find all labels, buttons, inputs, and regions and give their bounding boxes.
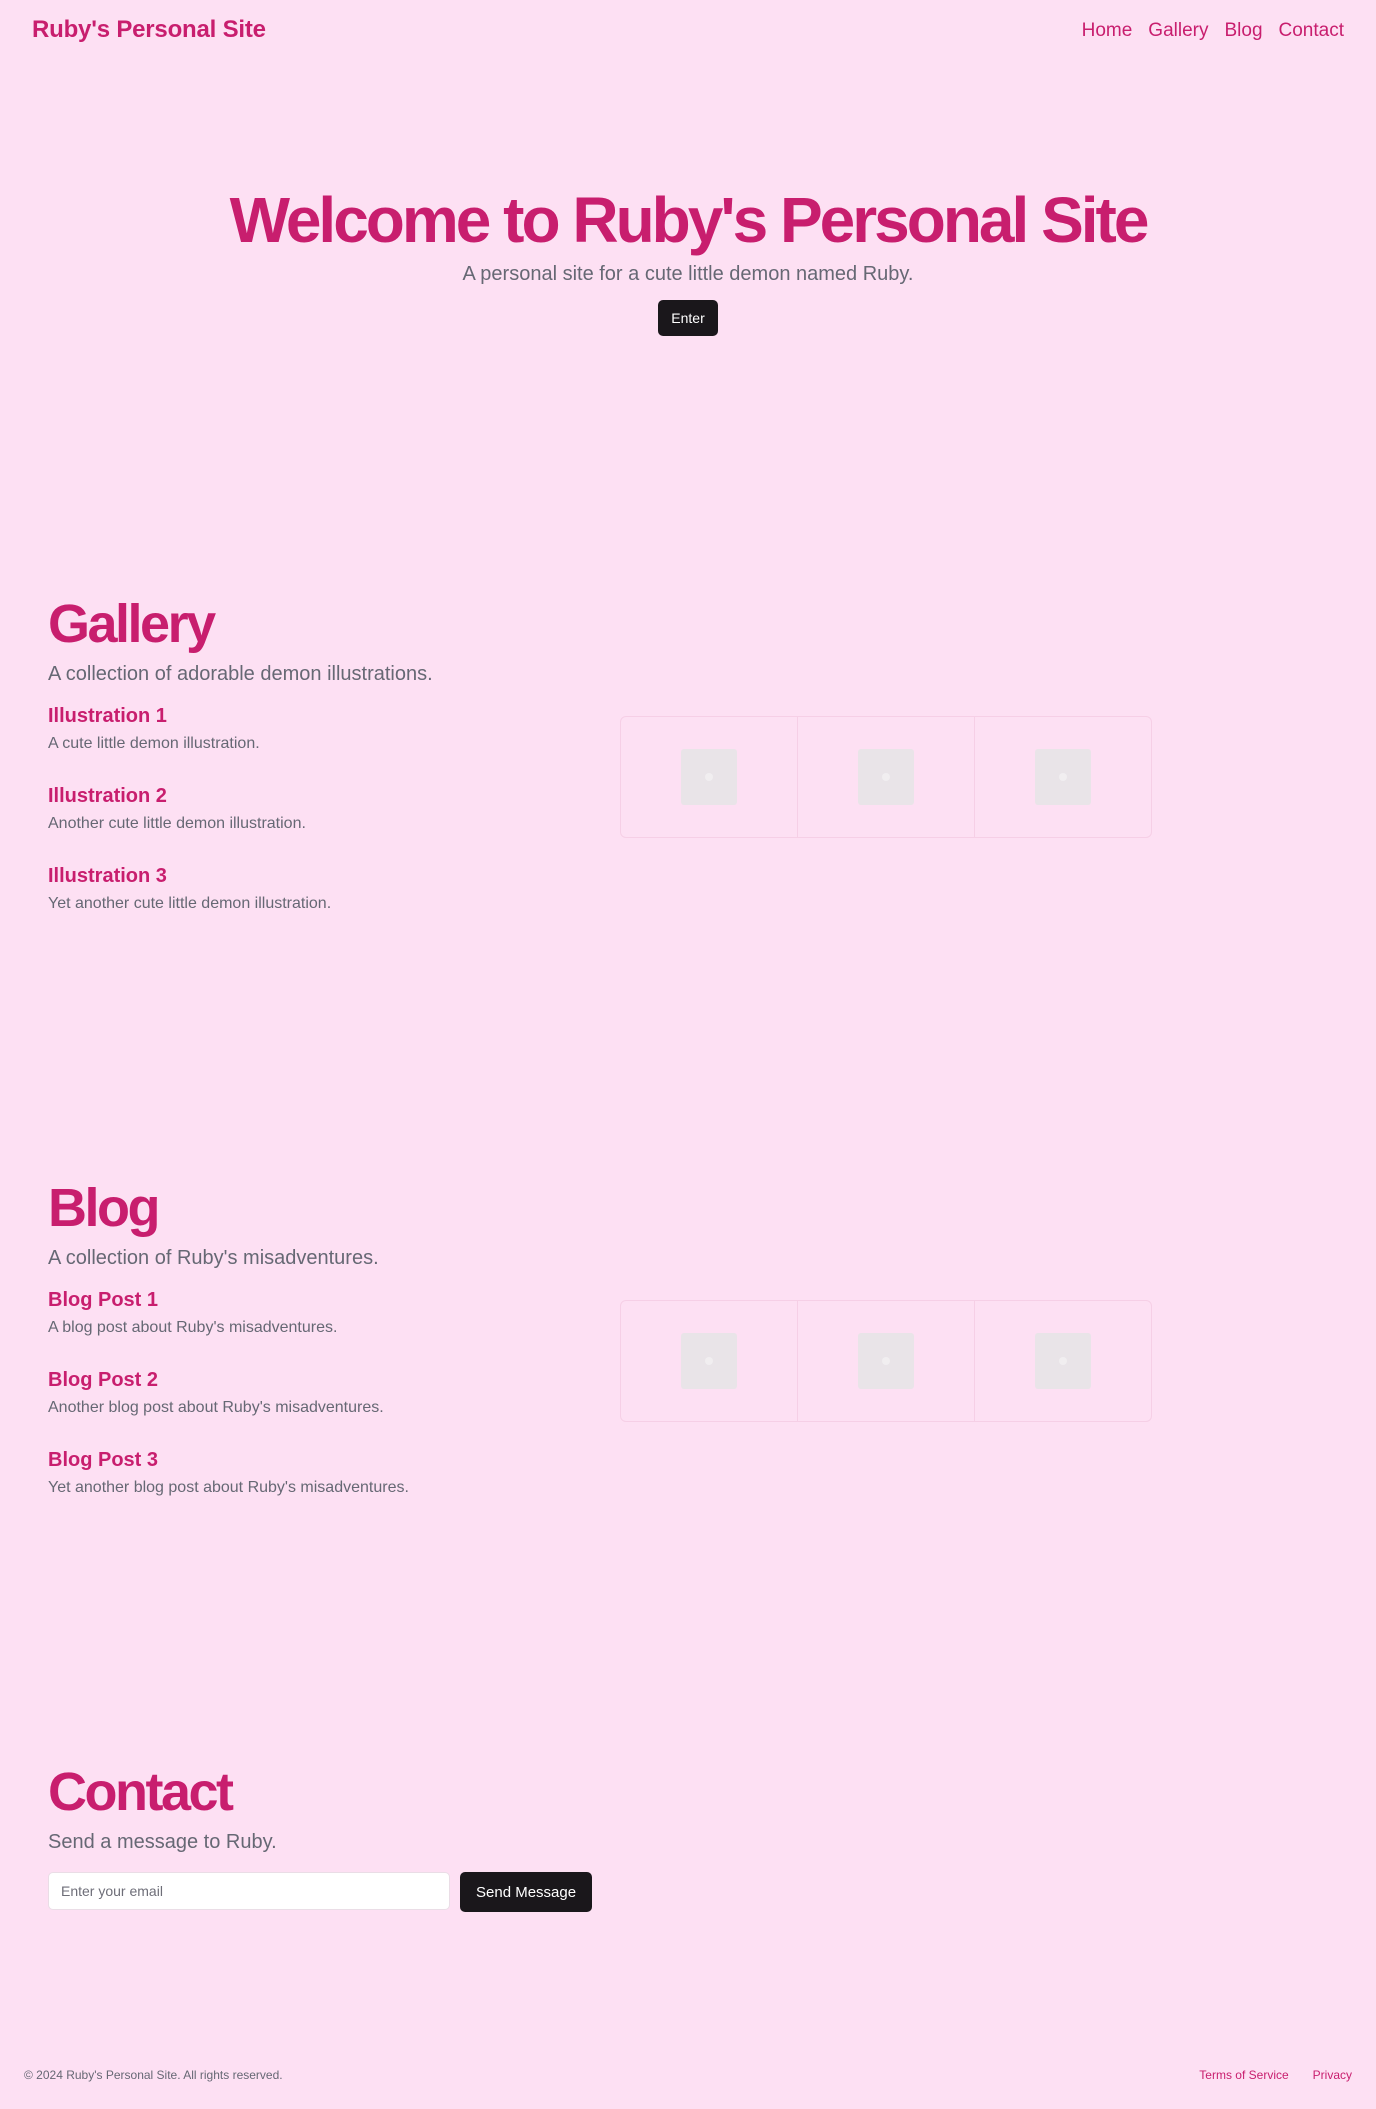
image-placeholder-icon — [681, 749, 737, 805]
hero-subtitle: A personal site for a cute little demon … — [462, 263, 914, 285]
gallery-item: Illustration 1 A cute little demon illus… — [48, 704, 608, 784]
gallery-item-title: Illustration 1 — [48, 705, 167, 727]
send-message-button[interactable]: Send Message — [460, 1872, 593, 1912]
gallery-thumbnail[interactable] — [621, 717, 798, 837]
blog-thumbnail[interactable] — [621, 1301, 798, 1421]
gallery-image-strip — [620, 716, 1152, 838]
copyright-text: © 2024 Ruby's Personal Site. All rights … — [24, 2068, 283, 2082]
gallery-thumbnail[interactable] — [975, 717, 1151, 837]
blog-post-item: Blog Post 1 A blog post about Ruby's mis… — [48, 1288, 608, 1368]
blog-list: Blog Post 1 A blog post about Ruby's mis… — [48, 1288, 608, 1528]
blog-post-item: Blog Post 3 Yet another blog post about … — [48, 1448, 608, 1528]
privacy-link[interactable]: Privacy — [1313, 2068, 1352, 2082]
contact-form: Send Message — [48, 1872, 593, 1912]
nav-link-home[interactable]: Home — [1082, 20, 1133, 42]
contact-subtitle: Send a message to Ruby. — [48, 1831, 277, 1853]
blog-post-desc: Yet another blog post about Ruby's misad… — [48, 1479, 409, 1496]
gallery-title: Gallery — [48, 594, 216, 654]
gallery-section: Gallery A collection of adorable demon i… — [48, 592, 1328, 912]
blog-subtitle: A collection of Ruby's misadventures. — [48, 1247, 379, 1269]
gallery-item-desc: Another cute little demon illustration. — [48, 815, 306, 832]
hero-title: Welcome to Ruby's Personal Site — [229, 184, 1150, 256]
gallery-subtitle: A collection of adorable demon illustrat… — [48, 663, 433, 685]
nav-link-blog[interactable]: Blog — [1224, 20, 1262, 42]
gallery-list: Illustration 1 A cute little demon illus… — [48, 704, 608, 944]
image-placeholder-icon — [1035, 749, 1091, 805]
footer-links: Terms of Service Privacy — [1199, 2068, 1352, 2082]
image-placeholder-icon — [858, 749, 914, 805]
gallery-item-desc: A cute little demon illustration. — [48, 735, 260, 752]
blog-post-desc: Another blog post about Ruby's misadvent… — [48, 1399, 384, 1416]
gallery-item-desc: Yet another cute little demon illustrati… — [48, 895, 332, 912]
gallery-item-title: Illustration 3 — [48, 865, 167, 887]
blog-image-strip — [620, 1300, 1152, 1422]
site-header: Ruby's Personal Site Home Gallery Blog C… — [0, 0, 1376, 64]
terms-link[interactable]: Terms of Service — [1199, 2068, 1288, 2082]
blog-thumbnail[interactable] — [798, 1301, 975, 1421]
email-input[interactable] — [48, 1872, 450, 1910]
blog-post-title: Blog Post 1 — [48, 1289, 159, 1311]
site-brand[interactable]: Ruby's Personal Site — [32, 16, 266, 44]
gallery-item: Illustration 2 Another cute little demon… — [48, 784, 608, 864]
contact-title: Contact — [48, 1762, 234, 1822]
blog-thumbnail[interactable] — [975, 1301, 1151, 1421]
blog-post-title: Blog Post 3 — [48, 1449, 159, 1471]
blog-post-desc: A blog post about Ruby's misadventures. — [48, 1319, 338, 1336]
nav-link-contact[interactable]: Contact — [1279, 20, 1344, 42]
gallery-item-title: Illustration 2 — [48, 785, 167, 807]
hero-section: Welcome to Ruby's Personal Site A person… — [0, 180, 1376, 336]
image-placeholder-icon — [858, 1333, 914, 1389]
nav-link-gallery[interactable]: Gallery — [1148, 20, 1208, 42]
blog-post-title: Blog Post 2 — [48, 1369, 159, 1391]
blog-section: Blog A collection of Ruby's misadventure… — [48, 1176, 1328, 1496]
blog-title: Blog — [48, 1178, 160, 1238]
site-footer: © 2024 Ruby's Personal Site. All rights … — [0, 2060, 1376, 2092]
contact-section: Contact Send a message to Ruby. Send Mes… — [48, 1760, 1328, 1912]
main-nav: Home Gallery Blog Contact — [1082, 20, 1344, 42]
image-placeholder-icon — [1035, 1333, 1091, 1389]
image-placeholder-icon — [681, 1333, 737, 1389]
gallery-thumbnail[interactable] — [798, 717, 975, 837]
enter-button[interactable]: Enter — [658, 300, 718, 336]
blog-post-item: Blog Post 2 Another blog post about Ruby… — [48, 1368, 608, 1448]
gallery-item: Illustration 3 Yet another cute little d… — [48, 864, 608, 944]
